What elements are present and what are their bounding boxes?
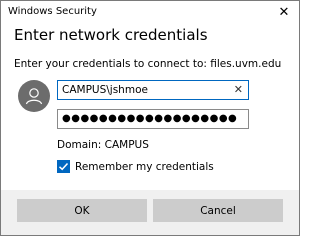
remember-label: Remember my credentials (75, 160, 214, 173)
button-bar: OK Cancel (1, 190, 299, 235)
close-button[interactable]: ✕ (269, 1, 299, 23)
connection-prompt: Enter your credentials to connect to: fi… (14, 58, 282, 70)
credentials-dialog: Windows Security ✕ Enter network credent… (0, 0, 300, 236)
remember-credentials-option[interactable]: Remember my credentials (57, 160, 214, 173)
clear-text-icon[interactable]: ✕ (234, 81, 243, 99)
dialog-heading: Enter network credentials (14, 26, 208, 44)
username-field[interactable]: CAMPUS\jshmoe ✕ (57, 80, 249, 100)
domain-label: Domain: CAMPUS (57, 139, 149, 151)
password-field[interactable]: ●●●●●●●●●●●●●●●●●●● (57, 109, 249, 129)
ok-button[interactable]: OK (17, 199, 147, 222)
title-bar: Windows Security ✕ (1, 1, 299, 23)
password-mask: ●●●●●●●●●●●●●●●●●●● (62, 113, 238, 124)
window-title: Windows Security (8, 6, 97, 17)
username-value: CAMPUS\jshmoe (62, 84, 148, 96)
remember-checkbox[interactable] (57, 160, 70, 173)
checkmark-icon (58, 162, 69, 171)
user-avatar-icon (18, 80, 50, 112)
cancel-button[interactable]: Cancel (153, 199, 283, 222)
